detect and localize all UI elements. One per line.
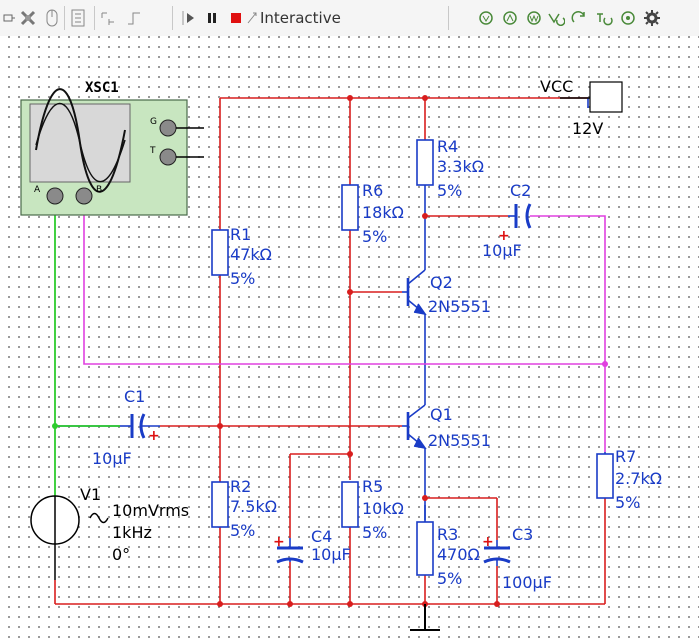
- c4-name: C4: [311, 527, 332, 546]
- stop-icon[interactable]: [228, 8, 244, 28]
- r1-name: R1: [230, 225, 251, 244]
- capacitor-c1[interactable]: C1 10µF +: [92, 387, 160, 468]
- resistor-r2[interactable]: R2 7.5kΩ 5%: [211, 477, 277, 540]
- vcc-value: 12V: [572, 119, 603, 138]
- r1-value: 47kΩ: [230, 245, 272, 264]
- play-icon[interactable]: [180, 8, 198, 28]
- capacitor-c4[interactable]: C4 10µF +: [273, 527, 351, 564]
- schematic-canvas[interactable]: XSC1 G T A B VCC 12V V1 10mVrms 1kHz 0° …: [0, 36, 699, 643]
- transistor-q1[interactable]: Q1 2N5551: [402, 404, 491, 450]
- vcc-name: VCC: [540, 77, 573, 96]
- r2-value: 7.5kΩ: [230, 497, 277, 516]
- r7-value: 2.7kΩ: [615, 469, 662, 488]
- c4-value: 10µF: [311, 545, 351, 564]
- multisim-window: Interactive XSC1 G T A B VCC 12V V1 10mV…: [0, 0, 699, 643]
- r6-value: 18kΩ: [362, 203, 404, 222]
- r3-value: 470Ω: [437, 545, 480, 564]
- sim-1-icon[interactable]: [476, 8, 496, 28]
- resistor-r3[interactable]: R3 470Ω 5%: [416, 521, 480, 588]
- scope-pin-a: A: [34, 185, 41, 195]
- r1-tol: 5%: [230, 269, 255, 288]
- r5-value: 10kΩ: [362, 499, 404, 518]
- c3-name: C3: [512, 525, 533, 544]
- interactive-mode-label[interactable]: Interactive: [260, 9, 341, 27]
- sim-6-icon[interactable]: [594, 8, 614, 28]
- c3-value: 100µF: [502, 573, 552, 592]
- schematic: XSC1 G T A B VCC 12V V1 10mVrms 1kHz 0° …: [20, 77, 662, 631]
- r6-name: R6: [362, 181, 383, 200]
- q1-model: 2N5551: [428, 431, 491, 450]
- q2-name: Q2: [430, 273, 453, 292]
- r3-tol: 5%: [437, 569, 462, 588]
- mouse-icon[interactable]: [44, 8, 60, 28]
- sim-4-icon[interactable]: [546, 8, 566, 28]
- r2-tol: 5%: [230, 521, 255, 540]
- r3-name: R3: [437, 525, 458, 544]
- interactive-icon[interactable]: [244, 8, 260, 28]
- r4-name: R4: [437, 137, 458, 156]
- r5-tol: 5%: [362, 523, 387, 542]
- c1-name: C1: [124, 387, 145, 406]
- v1-amplitude: 10mVrms: [112, 501, 189, 520]
- resistor-r5[interactable]: R5 10kΩ 5%: [341, 477, 404, 542]
- v1-frequency: 1kHz: [112, 523, 152, 542]
- resistor-r4[interactable]: R4 3.3kΩ 5%: [416, 137, 484, 200]
- c2-name: C2: [510, 181, 531, 200]
- capacitor-c2[interactable]: C2 10µF +: [482, 181, 532, 260]
- v1-name: V1: [80, 485, 101, 504]
- probe-icon[interactable]: [18, 8, 38, 28]
- r7-tol: 5%: [615, 493, 640, 512]
- q1-name: Q1: [430, 405, 453, 424]
- ground-symbol: [410, 604, 440, 631]
- gear-icon[interactable]: [642, 8, 662, 28]
- r4-tol: 5%: [437, 181, 462, 200]
- resistor-r6[interactable]: R6 18kΩ 5%: [341, 181, 404, 246]
- transistor-q2[interactable]: Q2 2N5551: [402, 269, 491, 316]
- grapher-icon[interactable]: [98, 8, 118, 28]
- c1-value: 10µF: [92, 449, 132, 468]
- c3-polarity: +: [482, 534, 494, 550]
- q2-model: 2N5551: [428, 297, 491, 316]
- oscilloscope-xsc1[interactable]: XSC1 G T A B: [20, 80, 204, 216]
- scope-pin-t: T: [149, 146, 156, 156]
- meter-icon[interactable]: [68, 8, 88, 28]
- c1-polarity: +: [148, 428, 160, 444]
- sim-3-icon[interactable]: [524, 8, 544, 28]
- r6-tol: 5%: [362, 227, 387, 246]
- r5-name: R5: [362, 477, 383, 496]
- pause-icon[interactable]: [204, 8, 220, 28]
- resistor-r7[interactable]: R7 2.7kΩ 5%: [596, 447, 662, 512]
- sim-2-icon[interactable]: [500, 8, 520, 28]
- r4-value: 3.3kΩ: [437, 157, 484, 176]
- scope-name: XSC1: [85, 80, 119, 96]
- c2-polarity: +: [498, 228, 510, 244]
- magenta-wires: [83, 200, 606, 452]
- source-v1[interactable]: V1 10mVrms 1kHz 0°: [30, 485, 189, 580]
- r2-name: R2: [230, 477, 251, 496]
- scope-pin-b: B: [96, 185, 102, 195]
- r7-name: R7: [615, 447, 636, 466]
- sim-7-icon[interactable]: [618, 8, 638, 28]
- capacitor-c3[interactable]: C3 100µF +: [482, 525, 552, 592]
- resistor-r1[interactable]: R1 47kΩ 5%: [211, 225, 272, 288]
- c4-polarity: +: [273, 534, 285, 550]
- simulation-toolbar: Interactive: [0, 0, 699, 37]
- scope-pin-g: G: [150, 117, 157, 127]
- vcc-supply[interactable]: VCC 12V: [540, 77, 623, 138]
- v1-phase: 0°: [112, 545, 130, 564]
- sim-5-icon[interactable]: [570, 8, 590, 28]
- step-icon[interactable]: [124, 8, 144, 28]
- green-wires: [54, 200, 120, 520]
- component-icon[interactable]: [2, 8, 16, 28]
